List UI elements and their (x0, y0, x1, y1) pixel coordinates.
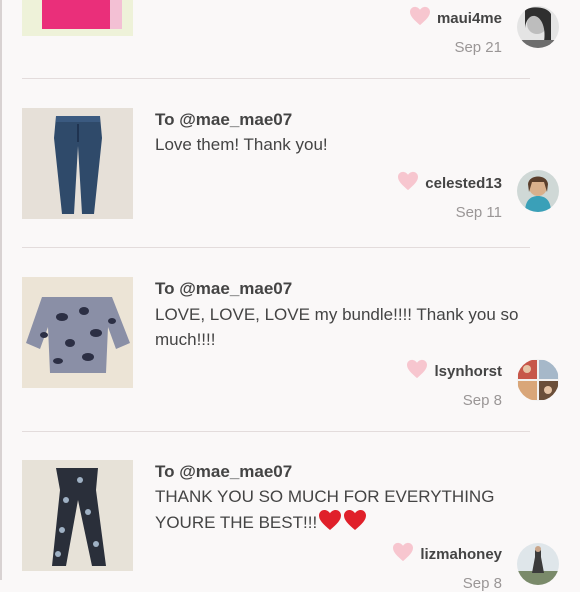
note-date: Sep 21 (454, 39, 502, 56)
user-avatar[interactable] (517, 359, 559, 401)
username-link[interactable]: maui4me (437, 10, 502, 27)
note-date: Sep 8 (462, 392, 502, 409)
red-heart-emoji-icon (318, 509, 342, 538)
user-avatar[interactable] (517, 6, 559, 48)
note-date: Sep 11 (455, 204, 502, 221)
heart-icon (392, 542, 414, 567)
red-heart-emoji-icon (343, 509, 367, 538)
divider (22, 78, 530, 79)
heart-icon (406, 359, 428, 384)
item-thumbnail[interactable] (22, 460, 133, 571)
username-link[interactable]: lsynhorst (434, 363, 502, 380)
note-message: Love them! Thank you! (155, 135, 328, 154)
heart-icon (409, 6, 431, 31)
heart-icon (397, 171, 419, 196)
item-thumbnail[interactable] (22, 0, 133, 36)
note-message: THANK YOU SO MUCH FOR EVERYTHING YOURE T… (155, 484, 555, 538)
recipient-label: To @mae_mae07 (155, 279, 293, 298)
love-note-item: To @mae_mae07 LOVE, LOVE, LOVE my bundle… (0, 248, 580, 432)
note-message: LOVE, LOVE, LOVE my bundle!!!! Thank you… (155, 305, 519, 349)
user-avatar[interactable] (517, 170, 559, 212)
recipient-label: To @mae_mae07 (155, 110, 293, 129)
item-thumbnail[interactable] (22, 277, 133, 388)
user-avatar[interactable] (517, 543, 559, 585)
recipient-label: To @mae_mae07 (155, 462, 293, 481)
love-note-item: maui4me Sep 21 (0, 0, 580, 80)
love-note-item: To @mae_mae07 Love them! Thank you! cele… (0, 80, 580, 248)
note-date: Sep 8 (462, 575, 502, 592)
username-link[interactable]: lizmahoney (420, 546, 502, 563)
item-thumbnail[interactable] (22, 108, 133, 219)
username-link[interactable]: celested13 (425, 175, 502, 192)
love-note-item: To @mae_mae07 THANK YOU SO MUCH FOR EVER… (0, 432, 580, 592)
